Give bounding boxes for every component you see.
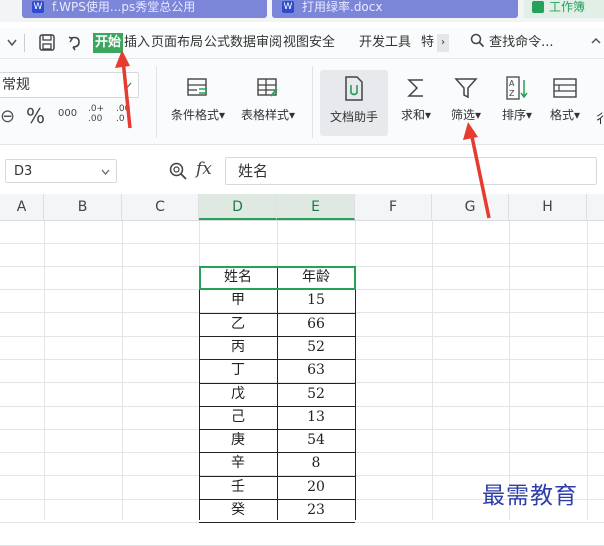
arrow-to-filter — [469, 131, 491, 219]
arrow-to-start-menu — [121, 59, 132, 129]
arrow-head-filter — [463, 122, 478, 140]
table-border — [199, 522, 355, 524]
watermark-logo: 最需教育 — [482, 483, 578, 509]
arrow-head-start — [115, 50, 130, 68]
annotation-arrows — [115, 50, 491, 219]
